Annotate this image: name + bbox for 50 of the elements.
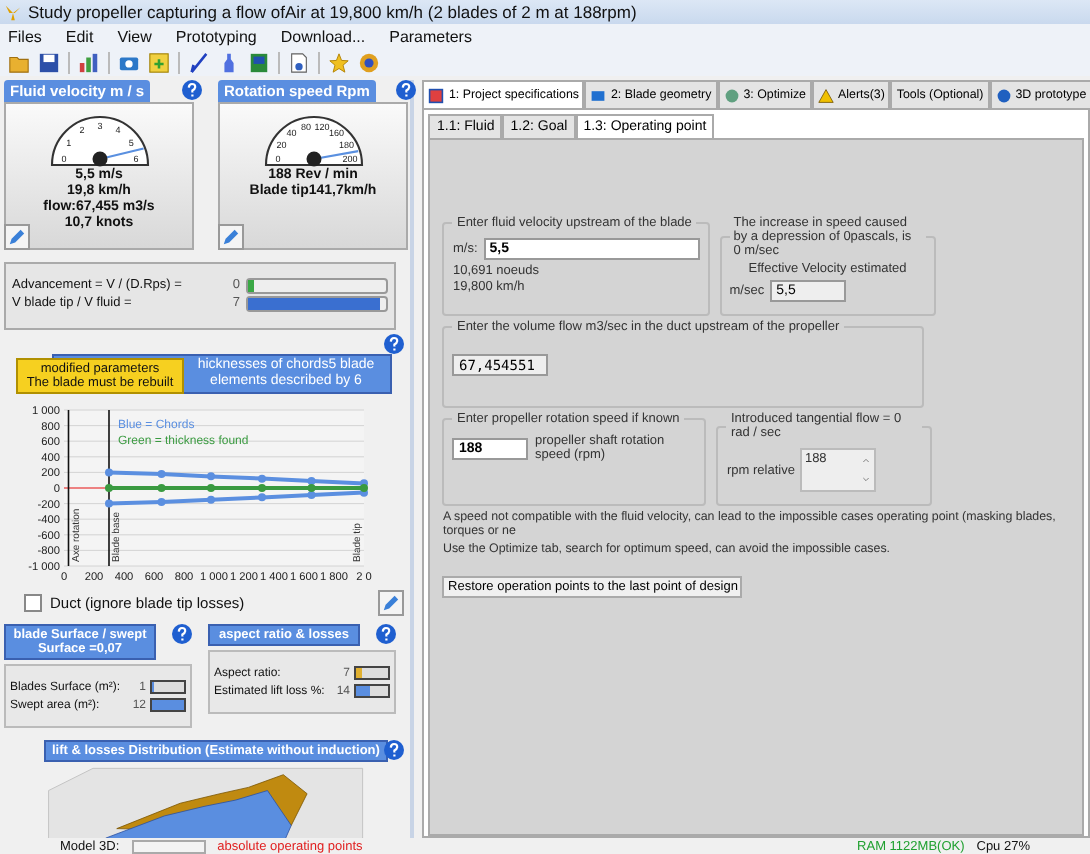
add-icon[interactable] [148,51,170,73]
point [105,499,113,508]
point [207,484,215,492]
bottle-icon[interactable] [218,51,240,73]
menu-item[interactable]: View [117,27,152,45]
warning-icon [818,87,834,103]
point [360,484,368,492]
point [258,493,266,502]
stat-bar [150,698,186,712]
point [157,469,166,478]
edit-button[interactable] [218,224,244,250]
help-icon[interactable] [182,80,202,100]
point [307,484,316,492]
stat-bar [150,680,186,694]
point [207,495,215,504]
model-field[interactable] [131,839,206,853]
menu-item[interactable]: Edit [65,27,94,45]
menu-item[interactable]: Prototyping [175,27,257,45]
help-icon[interactable] [384,334,404,354]
point [258,474,266,483]
gear-icon[interactable] [358,51,380,73]
edit-button[interactable] [4,224,30,250]
help-icon[interactable] [172,624,192,644]
doc-icon[interactable] [288,51,310,73]
hub-line [63,487,110,489]
point [307,491,316,500]
menu-item[interactable]: Files [8,27,42,45]
stat-bar [354,684,390,698]
help-icon[interactable] [396,80,416,100]
point [105,484,113,492]
propeller-icon [4,3,22,21]
menu-item[interactable]: Download... [280,27,366,45]
stat-bar [354,666,390,680]
save-icon[interactable] [38,51,60,73]
point [307,476,316,485]
book-icon[interactable] [248,51,270,73]
point [157,498,166,507]
duct-checkbox[interactable] [24,594,42,612]
chart-icon [428,87,445,103]
edit-button[interactable] [378,590,404,616]
star-icon[interactable] [328,51,350,73]
point [207,472,215,481]
pen-icon[interactable] [188,51,210,73]
window-title: Study propeller capturing a flow ofAir at 19,800 km/h (2 blades of 2 m at 188rpm) [28,2,637,22]
point [157,484,166,492]
help-icon[interactable] [376,624,396,644]
chart-icon[interactable] [78,51,100,73]
menu-item[interactable]: Parameters [389,27,472,45]
point [258,484,266,492]
point [105,468,113,477]
